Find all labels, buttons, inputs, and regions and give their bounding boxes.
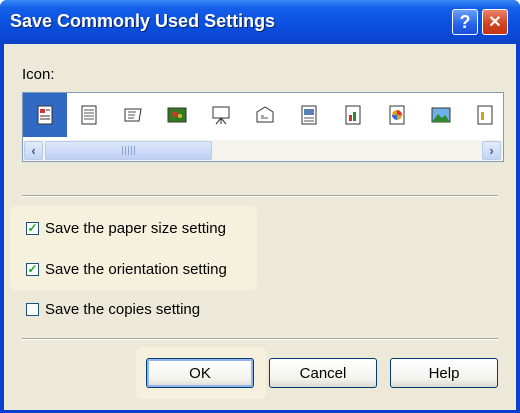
presentation-easel-icon xyxy=(212,106,230,125)
dialog-window: Save Commonly Used Settings ? ✕ Icon: ‹ … xyxy=(0,0,520,413)
document-picture-icon xyxy=(301,105,317,125)
scroll-right-button[interactable]: › xyxy=(482,141,501,160)
close-button[interactable]: ✕ xyxy=(482,9,508,35)
divider-top xyxy=(22,195,498,197)
landscape-photo-icon xyxy=(167,107,187,123)
orientation-label: Save the orientation setting xyxy=(45,260,227,278)
icon-option-1[interactable] xyxy=(23,93,67,137)
divider-bottom xyxy=(22,338,498,340)
copies-checkbox[interactable] xyxy=(26,302,39,316)
question-icon: ? xyxy=(459,11,471,32)
icon-option-3[interactable] xyxy=(111,93,155,137)
document-text-image-icon xyxy=(37,105,53,125)
icon-option-4[interactable] xyxy=(155,93,199,137)
icon-option-10[interactable] xyxy=(419,93,463,137)
horizontal-scrollbar[interactable]: ‹ › xyxy=(23,140,503,161)
document-lines-icon xyxy=(81,105,97,125)
help-button[interactable]: Help xyxy=(390,358,498,388)
icon-label: Icon: xyxy=(22,66,55,83)
cancel-button[interactable]: Cancel xyxy=(269,358,377,388)
icon-option-6[interactable] xyxy=(243,93,287,137)
checkmark-icon: ✓ xyxy=(27,262,38,276)
icon-option-5[interactable] xyxy=(199,93,243,137)
paper-size-option[interactable]: ✓ Save the paper size setting xyxy=(26,218,226,238)
dialog-title: Save Commonly Used Settings xyxy=(10,11,276,31)
document-chart-icon xyxy=(345,105,361,125)
title-bar[interactable]: Save Commonly Used Settings ? ✕ xyxy=(0,0,520,44)
paper-size-checkbox[interactable]: ✓ xyxy=(26,221,39,235)
icon-option-9[interactable] xyxy=(375,93,419,137)
grip-icon xyxy=(121,146,136,155)
help-title-button[interactable]: ? xyxy=(452,9,478,35)
icon-list[interactable]: ‹ › xyxy=(22,92,504,162)
orientation-option[interactable]: ✓ Save the orientation setting xyxy=(26,259,227,279)
chevron-right-icon: › xyxy=(489,143,494,158)
icon-option-2[interactable] xyxy=(67,93,111,137)
chevron-left-icon: ‹ xyxy=(31,143,36,158)
paper-size-label: Save the paper size setting xyxy=(45,219,226,237)
icon-option-11[interactable] xyxy=(463,93,503,137)
orientation-checkbox[interactable]: ✓ xyxy=(26,262,39,276)
scroll-left-button[interactable]: ‹ xyxy=(24,141,43,160)
close-icon: ✕ xyxy=(488,14,502,31)
dialog-body: Icon: ‹ › ✓ Save the paper size setting … xyxy=(4,44,516,410)
scrollbar-thumb[interactable] xyxy=(45,141,212,160)
icon-option-7[interactable] xyxy=(287,93,331,137)
copies-label: Save the copies setting xyxy=(45,300,201,318)
document-color-wheel-icon xyxy=(389,105,405,125)
envelope-icon xyxy=(256,106,274,123)
icon-option-8[interactable] xyxy=(331,93,375,137)
icon-row xyxy=(23,93,503,139)
document-partial-icon xyxy=(477,105,493,125)
ok-button[interactable]: OK xyxy=(146,358,254,388)
document-folded-icon xyxy=(124,108,142,122)
copies-option[interactable]: Save the copies setting xyxy=(26,299,200,319)
mountain-photo-icon xyxy=(431,107,451,123)
checkmark-icon: ✓ xyxy=(27,221,38,235)
